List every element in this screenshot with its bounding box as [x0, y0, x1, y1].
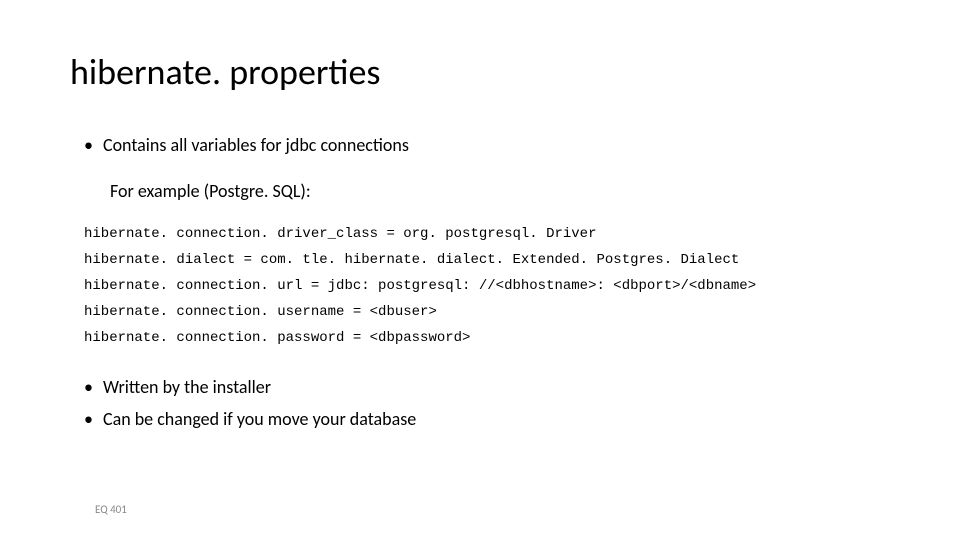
code-line: hibernate. connection. username = <dbuse… — [84, 304, 890, 320]
footer-label: EQ 401 — [95, 503, 127, 516]
bullet-item: Contains all variables for jdbc connecti… — [84, 134, 890, 156]
bullet-text: Written by the installer — [103, 376, 271, 398]
bottom-bullets: Written by the installer Can be changed … — [70, 376, 890, 430]
code-line: hibernate. connection. password = <dbpas… — [84, 330, 890, 346]
sub-line: For example (Postgre. SQL): — [110, 180, 890, 202]
slide-title: hibernate. properties — [70, 50, 890, 94]
code-block: hibernate. connection. driver_class = or… — [84, 226, 890, 346]
bullet-item: Written by the installer — [84, 376, 890, 398]
bullet-text: Can be changed if you move your database — [103, 408, 416, 430]
code-line: hibernate. dialect = com. tle. hibernate… — [84, 252, 890, 268]
code-line: hibernate. connection. driver_class = or… — [84, 226, 890, 242]
code-line: hibernate. connection. url = jdbc: postg… — [84, 278, 890, 294]
bullet-item: Can be changed if you move your database — [84, 408, 890, 430]
bullet-text: Contains all variables for jdbc connecti… — [103, 134, 409, 156]
